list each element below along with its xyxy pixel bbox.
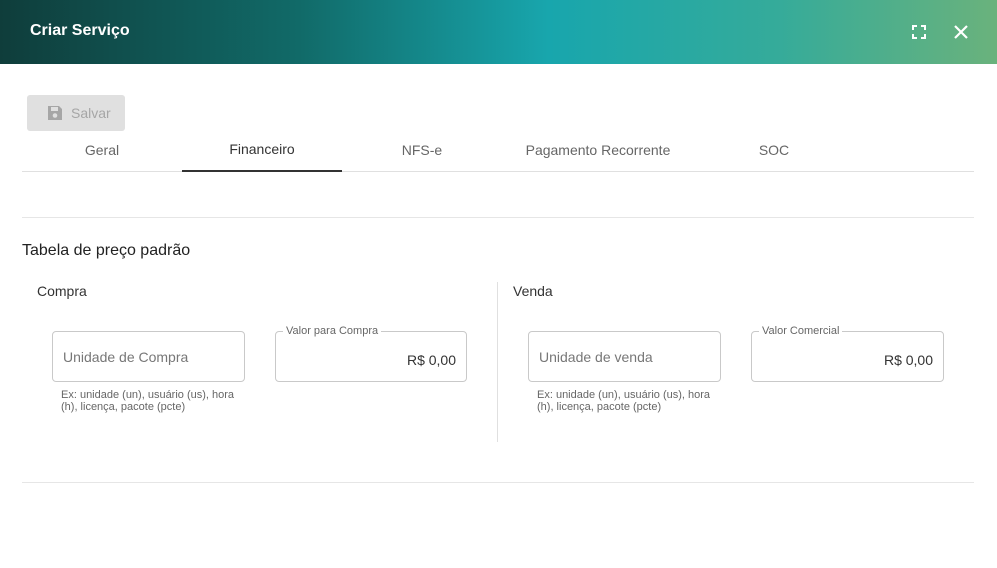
dialog-title: Criar Serviço <box>30 22 130 39</box>
unidade-compra-input[interactable]: Unidade de Compra <box>52 331 245 382</box>
column-divider <box>497 282 498 442</box>
fullscreen-icon[interactable] <box>905 18 933 46</box>
price-table-title: Tabela de preço padrão <box>22 242 191 259</box>
unidade-compra-helper: Ex: unidade (un), usuário (us), hora (h)… <box>61 389 235 413</box>
tab-bar: Geral Financeiro NFS-e Pagamento Recorre… <box>22 128 974 172</box>
unidade-venda-helper: Ex: unidade (un), usuário (us), hora (h)… <box>537 389 711 413</box>
close-icon[interactable] <box>947 18 975 46</box>
tab-soc[interactable]: SOC <box>694 128 854 171</box>
dialog-header: Criar Serviço <box>0 0 997 64</box>
valor-comercial-label: Valor Comercial <box>759 325 843 337</box>
tab-pagamento-recorrente[interactable]: Pagamento Recorrente <box>518 128 678 171</box>
unidade-compra-placeholder: Unidade de Compra <box>63 349 189 365</box>
venda-title: Venda <box>513 283 553 299</box>
tab-geral[interactable]: Geral <box>22 128 182 171</box>
section-divider-top <box>22 217 974 218</box>
valor-comercial-input[interactable]: Valor Comercial R$ 0,00 <box>751 325 944 382</box>
valor-compra-value: R$ 0,00 <box>406 352 456 368</box>
unidade-venda-input[interactable]: Unidade de venda <box>528 331 721 382</box>
valor-compra-label: Valor para Compra <box>283 325 382 337</box>
floppy-disk-icon <box>48 106 62 120</box>
tab-financeiro[interactable]: Financeiro <box>182 128 342 172</box>
valor-compra-input[interactable]: Valor para Compra R$ 0,00 <box>275 325 467 382</box>
save-button-label: Salvar <box>71 105 111 121</box>
tab-nfse[interactable]: NFS-e <box>342 128 502 171</box>
valor-comercial-value: R$ 0,00 <box>883 352 933 368</box>
compra-title: Compra <box>37 283 87 299</box>
unidade-venda-placeholder: Unidade de venda <box>539 349 653 365</box>
save-button[interactable]: Salvar <box>27 95 125 131</box>
section-divider-bottom <box>22 482 974 483</box>
